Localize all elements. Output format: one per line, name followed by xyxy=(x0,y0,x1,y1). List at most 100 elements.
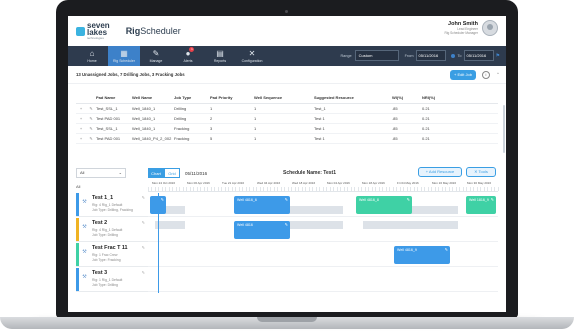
schedule-toolbar: All ⌄ Chart Grid 05/11/2016 Schedule Name… xyxy=(76,167,498,179)
col-suggested-resource[interactable]: Suggested Resource xyxy=(314,95,392,100)
col-pad-priority[interactable]: Pad Priority xyxy=(210,95,254,100)
filter-select[interactable]: All ⌄ xyxy=(76,168,126,178)
col-well-sequence[interactable]: Well Sequence xyxy=(254,95,314,100)
nav-rig-scheduler[interactable]: ▦ Rig Scheduler xyxy=(108,46,140,66)
resource-name: Test 2 xyxy=(92,220,108,226)
job-bar[interactable]: Well 1816_9 ✎ xyxy=(466,196,496,214)
user-menu[interactable]: John Smith Lead Engineer Rig Scheduler M… xyxy=(444,20,498,36)
calendar-dot-icon[interactable] xyxy=(450,53,455,58)
edit-icon[interactable]: ✎ xyxy=(86,106,96,111)
pad-priority: 2 xyxy=(210,116,213,121)
edit-icon[interactable]: ✎ xyxy=(86,136,96,141)
edit-job-icon[interactable]: ✎ xyxy=(491,197,494,202)
timeline-date: Mon 30 May 2016 xyxy=(467,181,492,185)
job-bar[interactable]: Well 4816_8 ✎ xyxy=(356,196,412,214)
edit-job-icon[interactable]: ✎ xyxy=(445,247,448,252)
col-job-type[interactable]: Job Type xyxy=(174,95,210,100)
resource-stripe xyxy=(76,268,79,291)
jobs-summary-bar: 13 Unassigned Jobs, 7 Drilling Jobs, 3 F… xyxy=(68,66,506,84)
main-nav: ⌂ Home ▦ Rig Scheduler ✎ Manage ● 1 Alerts ▤ R… xyxy=(68,46,506,66)
manage-icon: ✎ xyxy=(152,49,160,58)
from-date-input[interactable]: 05/11/2016 xyxy=(415,50,446,61)
app-title-prefix: Rig xyxy=(125,26,141,36)
table-header: Pad Name Well Name Job Type Pad Priority… xyxy=(76,92,498,104)
resource-lane[interactable] xyxy=(148,268,498,292)
edit-resource-icon[interactable]: ✎ xyxy=(142,220,145,225)
to-date-input[interactable]: 05/11/2016 xyxy=(463,50,494,61)
jobs-table: Pad Name Well Name Job Type Pad Priority… xyxy=(76,92,498,144)
resource-job-type: Job Type: Drilling, Fracking xyxy=(92,208,133,212)
job-bar[interactable]: Well 4816_9 ✎ xyxy=(394,246,450,264)
table-row[interactable]: + ✎ Test PAD 001 Well_1840_P4_2_002 Fracking… xyxy=(76,134,498,144)
job-label: Well 4816 xyxy=(237,223,253,227)
alert-badge: 1 xyxy=(189,47,195,52)
edit-resource-icon[interactable]: ✎ xyxy=(142,195,145,200)
collapse-icon[interactable]: ^ xyxy=(494,71,502,79)
col-wi[interactable]: Wl(%) xyxy=(392,95,422,100)
job-type: Drilling xyxy=(174,106,187,111)
pad-priority: 3 xyxy=(210,126,213,131)
edit-job-icon[interactable]: ✎ xyxy=(285,197,288,202)
well-sequence: 1 xyxy=(254,126,257,131)
col-well-name[interactable]: Well Name xyxy=(132,95,174,100)
from-label: From xyxy=(404,53,414,58)
user-role-2: Rig Scheduler Manager xyxy=(444,31,479,35)
resource-row[interactable]: ⚒ Test Frac T 11 Rig: 1 Frac Crew Job Type:… xyxy=(76,243,148,267)
flag-icon[interactable]: ⚑ xyxy=(496,53,500,59)
resource-stripe xyxy=(76,243,79,266)
resource-job-type: Job Type: Fracking xyxy=(92,258,121,262)
nav-label: Rig Scheduler xyxy=(113,59,135,63)
app-header: seven lakes technologies RigScheduler Jo… xyxy=(68,16,506,46)
avatar[interactable] xyxy=(482,20,498,36)
resource-stripe xyxy=(76,193,79,216)
calendar-icon: ▦ xyxy=(120,49,128,58)
col-nri[interactable]: NRI(%) xyxy=(422,95,452,100)
add-resource-button[interactable]: + Add Resource xyxy=(418,167,462,177)
well-name: Well_1840_1 xyxy=(132,106,156,111)
edit-job-icon[interactable]: ✎ xyxy=(161,197,164,202)
rig-icon: ⚒ xyxy=(82,224,87,230)
edit-icon[interactable]: ✎ xyxy=(86,116,96,121)
expand-icon[interactable]: + xyxy=(76,106,86,111)
resource-row[interactable]: ⚒ Test 2 Rig: 4 Rig_1 Default Job Type: Dri… xyxy=(76,218,148,242)
tools-button[interactable]: ✕ Tools xyxy=(466,167,496,177)
job-label: Well 4816_8 xyxy=(359,198,379,202)
laptop-notch xyxy=(257,317,317,322)
well-name: Well_1840_1 xyxy=(132,126,156,131)
table-scrollbar[interactable] xyxy=(503,105,505,153)
nav-configuration[interactable]: ✕ Configuration xyxy=(236,46,268,66)
job-bar[interactable]: Well 4816_6 ✎ xyxy=(234,196,290,214)
expand-icon[interactable]: + xyxy=(76,116,86,121)
edit-icon[interactable]: ✎ xyxy=(86,126,96,131)
edit-resource-icon[interactable]: ✎ xyxy=(142,270,145,275)
job-bar[interactable]: Well 4816 ✎ xyxy=(234,221,290,239)
table-row[interactable]: + ✎ Test_SSL_1 Well_1840_1 Fracking 3 1 Test 1.… xyxy=(76,124,498,134)
table-row[interactable]: + ✎ Test PAD 001 Well_1840_1 Drilling 2 1 Test … xyxy=(76,114,498,124)
nav-home[interactable]: ⌂ Home xyxy=(76,46,108,66)
table-row[interactable]: + ✎ Test_SSL_1 Well_1840_1 Drilling 1 1 Test_1.… xyxy=(76,104,498,114)
timeline-date: Wed 18 Apr 2016 xyxy=(292,181,316,185)
resource-rig: Rig: 1 Rig_1 Default xyxy=(92,278,123,282)
nav-alerts[interactable]: ● 1 Alerts xyxy=(172,46,204,66)
edit-job-icon[interactable]: ✎ xyxy=(407,197,410,202)
edit-resource-icon[interactable]: ✎ xyxy=(142,245,145,250)
edit-job-button[interactable]: + Edit Job xyxy=(450,70,476,80)
resource-rig: Rig: 1 Frac Crew xyxy=(92,253,118,257)
edit-job-icon[interactable]: ✎ xyxy=(285,222,288,227)
nav-reports[interactable]: ▤ Reports xyxy=(204,46,236,66)
expand-icon[interactable]: + xyxy=(76,126,86,131)
suggested-resource: Test 1 xyxy=(314,136,325,141)
view-chart-button[interactable]: Chart xyxy=(148,168,164,178)
suggested-resource: Test 1 xyxy=(314,126,325,131)
view-grid-button[interactable]: Grid xyxy=(164,168,180,178)
nav-manage[interactable]: ✎ Manage xyxy=(140,46,172,66)
resource-job-type: Job Type: Drilling xyxy=(92,233,118,237)
info-icon[interactable]: i xyxy=(482,71,490,79)
range-select[interactable]: Custom xyxy=(354,50,399,61)
resource-row[interactable]: ⚒ Test 1_1 Rig: 4 Rig_1 Default Job Type: D… xyxy=(76,193,148,217)
logo-mark-icon xyxy=(76,26,85,36)
col-pad-name[interactable]: Pad Name xyxy=(96,95,132,100)
resource-row[interactable]: ⚒ Test 3 Rig: 1 Rig_1 Default Job Type: Dri… xyxy=(76,268,148,292)
expand-icon[interactable]: + xyxy=(76,136,86,141)
timeline-header: Mon 24 Oct 2016 Mon 06 Apr 2016 Tue 21 Apr… xyxy=(148,180,500,192)
